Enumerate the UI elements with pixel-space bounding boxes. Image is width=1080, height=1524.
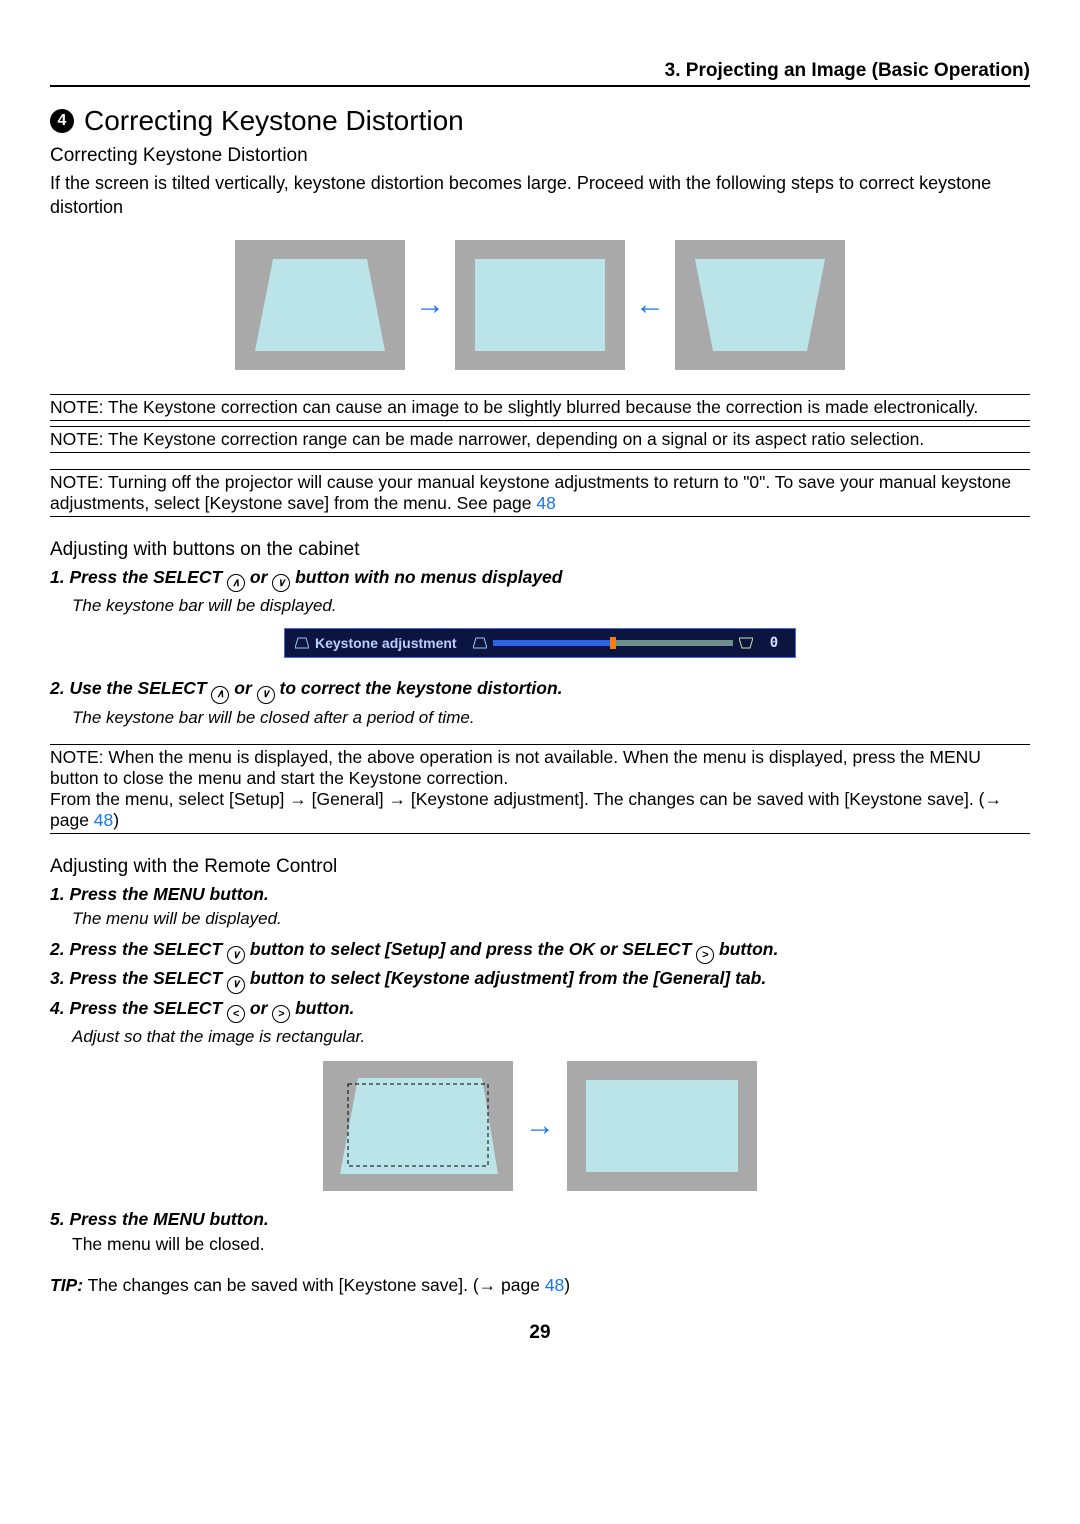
arrow-left-icon: ←	[635, 288, 665, 322]
note-menu-line2: From the menu, select [Setup] → [General…	[50, 789, 1030, 831]
section-bullet-4-icon: 4	[50, 109, 74, 133]
note-blur: NOTE: The Keystone correction can cause …	[50, 394, 1030, 421]
note-range: NOTE: The Keystone correction range can …	[50, 426, 1030, 453]
intro-text: If the screen is tilted vertically, keys…	[50, 171, 1030, 220]
page-header: 3. Projecting an Image (Basic Operation)	[50, 60, 1030, 87]
remote-step-3: 3. Press the SELECT ∨ button to select […	[50, 968, 1030, 994]
keystone-diagram-2: →	[50, 1061, 1030, 1191]
right-button-icon: >	[696, 946, 714, 964]
keystone-value: 0	[759, 635, 789, 651]
step-text: or	[229, 678, 256, 698]
subsection-title: Correcting Keystone Distortion	[50, 145, 1030, 167]
chapter-title: 3. Projecting an Image (Basic Operation)	[665, 60, 1030, 85]
tip-label: TIP:	[50, 1275, 83, 1295]
page-link-48[interactable]: 48	[536, 493, 555, 513]
up-button-icon: ∧	[211, 686, 229, 704]
section-title: Correcting Keystone Distortion	[84, 105, 464, 137]
trapezoid-top-icon	[295, 637, 309, 649]
trapezoid-narrow-top	[235, 240, 405, 370]
heading-cabinet: Adjusting with buttons on the cabinet	[50, 539, 1030, 561]
remote-step-1-result: The menu will be displayed.	[72, 909, 1030, 929]
note-text: )	[113, 810, 119, 830]
step-text: button.	[714, 939, 778, 959]
remote-step-5: 5. Press the MENU button.	[50, 1209, 1030, 1230]
step-text: button to select [Setup] and press the O…	[245, 939, 696, 959]
step-text: 4. Press the SELECT	[50, 998, 227, 1018]
note-save: NOTE: Turning off the projector will cau…	[50, 469, 1030, 517]
step-text: button to select [Keystone adjustment] f…	[245, 968, 766, 988]
trapezoid-top-icon	[473, 637, 487, 649]
note-text: From the menu, select [Setup] → [General…	[50, 789, 1002, 830]
page-link-48[interactable]: 48	[94, 810, 113, 830]
note-menu: NOTE: When the menu is displayed, the ab…	[50, 744, 1030, 834]
up-button-icon: ∧	[227, 574, 245, 592]
remote-step-4: 4. Press the SELECT < or > button.	[50, 998, 1030, 1024]
step-text: 2. Use the SELECT	[50, 678, 211, 698]
remote-step-1: 1. Press the MENU button.	[50, 884, 1030, 905]
arrow-right-icon: →	[525, 1109, 555, 1143]
keystone-diagram-1: → ←	[50, 240, 1030, 370]
tip-text: )	[564, 1275, 570, 1295]
down-button-icon: ∨	[227, 976, 245, 994]
step-text: button.	[290, 998, 354, 1018]
step-text: or	[245, 567, 272, 587]
cabinet-step-1-result: The keystone bar will be displayed.	[72, 596, 1030, 616]
cabinet-step-2: 2. Use the SELECT ∧ or ∨ to correct the …	[50, 678, 1030, 704]
down-button-icon: ∨	[227, 946, 245, 964]
tip: TIP: The changes can be saved with [Keys…	[50, 1275, 1030, 1296]
note-menu-line1: NOTE: When the menu is displayed, the ab…	[50, 747, 1030, 789]
keystone-bar-label: Keystone adjustment	[315, 635, 457, 651]
rectangle-corrected	[567, 1061, 757, 1191]
step-text: 1. Press the SELECT	[50, 567, 227, 587]
remote-step-2: 2. Press the SELECT ∨ button to select […	[50, 939, 1030, 965]
step-text: 2. Press the SELECT	[50, 939, 227, 959]
slider-handle[interactable]	[610, 637, 616, 649]
remote-step-5-result: The menu will be closed.	[72, 1234, 1030, 1255]
keystone-slider[interactable]	[493, 640, 733, 646]
left-button-icon: <	[227, 1005, 245, 1023]
cabinet-step-2-result: The keystone bar will be closed after a …	[72, 708, 1030, 728]
page-number: 29	[50, 1322, 1030, 1344]
keystone-adjustment-bar: Keystone adjustment 0	[284, 628, 796, 658]
tip-text: The changes can be saved with [Keystone …	[83, 1275, 545, 1295]
heading-remote: Adjusting with the Remote Control	[50, 856, 1030, 878]
cabinet-step-1: 1. Press the SELECT ∧ or ∨ button with n…	[50, 567, 1030, 593]
remote-step-4-result: Adjust so that the image is rectangular.	[72, 1027, 1030, 1047]
down-button-icon: ∨	[257, 686, 275, 704]
note-save-text: NOTE: Turning off the projector will cau…	[50, 472, 1011, 513]
right-button-icon: >	[272, 1005, 290, 1023]
trapezoid-with-guide	[323, 1061, 513, 1191]
step-text: button with no menus displayed	[290, 567, 562, 587]
page-link-48[interactable]: 48	[545, 1275, 564, 1295]
trapezoid-narrow-bottom	[675, 240, 845, 370]
down-button-icon: ∨	[272, 574, 290, 592]
rectangle-corrected	[455, 240, 625, 370]
step-text: 3. Press the SELECT	[50, 968, 227, 988]
trapezoid-bottom-icon	[739, 637, 753, 649]
arrow-right-icon: →	[415, 288, 445, 322]
step-text: to correct the keystone distortion.	[275, 678, 563, 698]
step-text: or	[245, 998, 272, 1018]
